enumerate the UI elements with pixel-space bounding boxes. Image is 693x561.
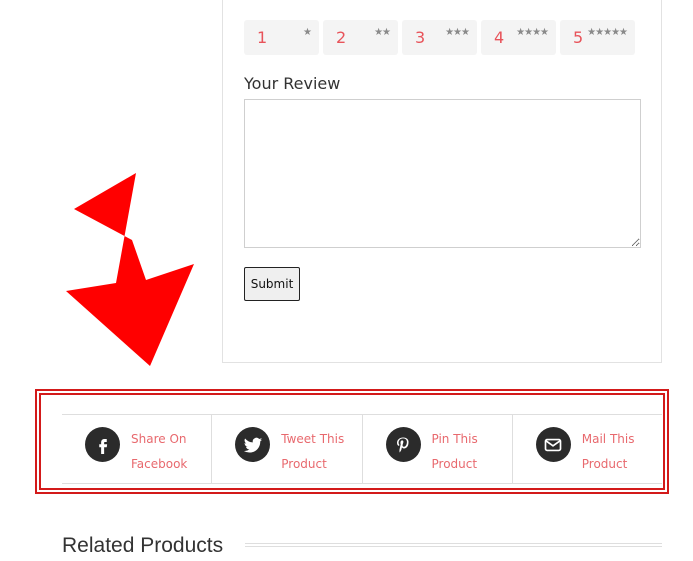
share-bar: Share On Facebook Tweet This Product Pin… bbox=[62, 414, 662, 484]
share-mail-link[interactable]: Mail This Product bbox=[513, 415, 662, 483]
twitter-icon bbox=[235, 427, 271, 462]
rating-option-5[interactable]: 5 ★★★★★ bbox=[560, 20, 635, 55]
rating-number: 3 bbox=[415, 28, 426, 47]
share-facebook-link[interactable]: Share On Facebook bbox=[62, 415, 213, 483]
share-twitter-link[interactable]: Tweet This Product bbox=[212, 415, 363, 483]
share-facebook-label: Share On Facebook bbox=[131, 432, 188, 471]
your-review-label: Your Review bbox=[244, 74, 341, 93]
rating-number: 1 bbox=[257, 28, 268, 47]
review-form-card: 1 ★ 2 ★★ 3 ★★★ 4 ★★★★ 5 ★★★★★ Your Revie… bbox=[222, 0, 662, 363]
share-pinterest-label: Pin This Product bbox=[431, 432, 478, 471]
submit-button[interactable]: Submit bbox=[244, 267, 300, 301]
rating-option-1[interactable]: 1 ★ bbox=[244, 20, 319, 55]
pinterest-icon bbox=[385, 427, 421, 462]
related-products-heading: Related Products bbox=[62, 534, 224, 557]
red-arrow-annotation bbox=[66, 173, 194, 366]
rating-option-2[interactable]: 2 ★★ bbox=[323, 20, 398, 55]
rating-number: 2 bbox=[336, 28, 347, 47]
mail-icon bbox=[535, 427, 571, 462]
share-twitter-label: Tweet This Product bbox=[281, 432, 345, 471]
rating-number: 5 bbox=[573, 28, 584, 47]
star-rating-selector: 1 ★ 2 ★★ 3 ★★★ 4 ★★★★ 5 ★★★★★ bbox=[244, 20, 635, 55]
facebook-icon bbox=[85, 427, 120, 462]
rating-option-4[interactable]: 4 ★★★★ bbox=[481, 20, 556, 55]
share-pinterest-link[interactable]: Pin This Product bbox=[363, 415, 513, 483]
star-icon: ★★★★★ bbox=[587, 27, 628, 38]
rating-option-3[interactable]: 3 ★★★ bbox=[402, 20, 477, 55]
share-mail-label: Mail This Product bbox=[581, 432, 635, 471]
star-icon: ★★★★ bbox=[516, 27, 549, 38]
star-icon: ★★ bbox=[374, 27, 391, 38]
rating-number: 4 bbox=[494, 28, 505, 47]
heading-divider bbox=[245, 543, 662, 547]
star-icon: ★ bbox=[303, 27, 312, 38]
star-icon: ★★★ bbox=[445, 27, 470, 38]
review-textarea[interactable] bbox=[244, 99, 641, 248]
